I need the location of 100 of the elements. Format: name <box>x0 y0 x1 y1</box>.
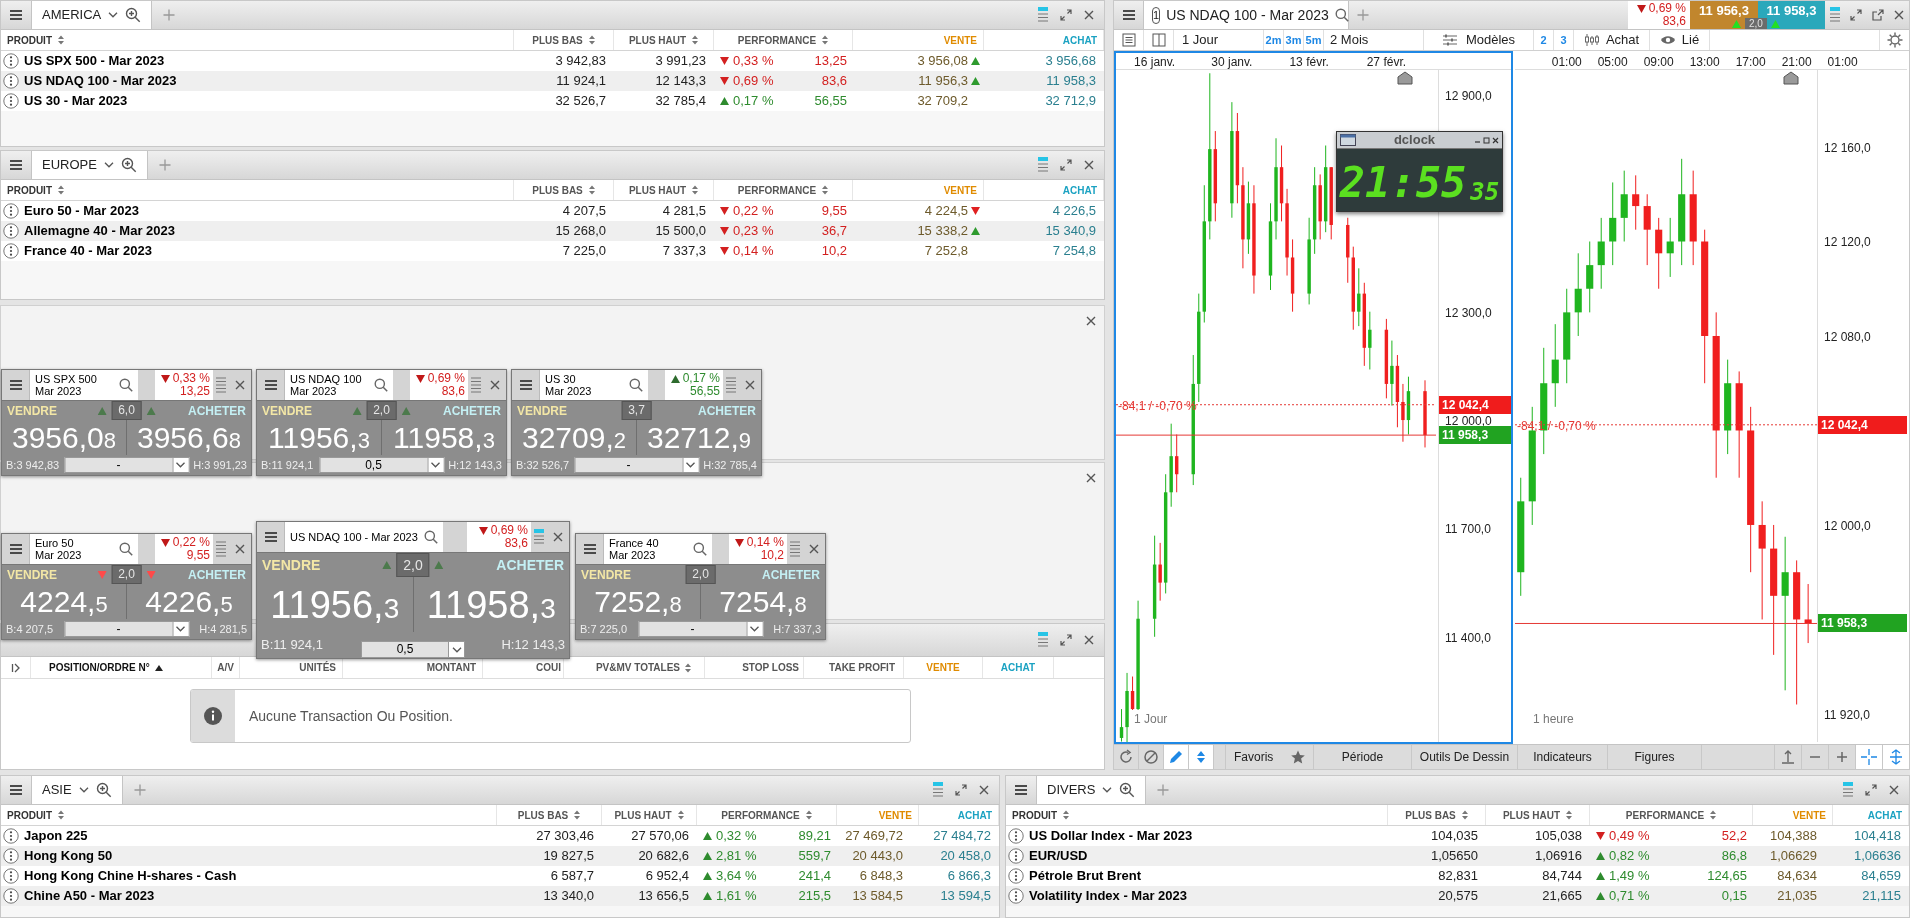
more-options-icon[interactable] <box>3 243 19 259</box>
period-selector[interactable]: 1 Jour <box>1174 30 1264 50</box>
period-shortcut[interactable]: 3m <box>1284 30 1304 50</box>
close-icon[interactable] <box>1084 10 1094 20</box>
close-icon[interactable] <box>1084 635 1094 645</box>
settings-icon[interactable] <box>1886 32 1903 48</box>
menu-icon[interactable] <box>9 784 23 796</box>
menu-icon[interactable] <box>582 543 597 555</box>
search-icon[interactable] <box>424 530 438 544</box>
expand-icon[interactable] <box>1865 784 1877 796</box>
close-icon[interactable] <box>1084 160 1094 170</box>
favorites-button[interactable]: Favoris <box>1226 745 1314 769</box>
zoom-in-icon[interactable] <box>120 157 137 173</box>
column-header[interactable]: PLUS HAUT <box>614 30 714 50</box>
menu-icon[interactable] <box>518 379 533 391</box>
search-icon[interactable] <box>629 378 643 392</box>
menu-icon[interactable] <box>8 379 23 391</box>
column-header[interactable]: COUI <box>483 657 564 678</box>
column-settings-icon[interactable] <box>1843 782 1853 798</box>
close-icon[interactable] <box>1889 785 1899 795</box>
column-header[interactable]: PRODUIT <box>1006 805 1388 825</box>
chevron-down-icon[interactable] <box>1102 787 1113 793</box>
column-header[interactable]: PERFORMANCE <box>697 805 837 825</box>
search-icon[interactable] <box>374 378 388 392</box>
quantity-dropdown[interactable]: 0,5 <box>361 641 465 658</box>
column-header[interactable]: MONTANT <box>343 657 483 678</box>
menu-icon[interactable] <box>1014 784 1028 796</box>
menu-icon[interactable] <box>9 159 23 171</box>
menu-icon[interactable] <box>263 531 278 543</box>
chevron-down-icon[interactable] <box>78 787 89 793</box>
column-settings-icon[interactable] <box>933 782 943 798</box>
close-icon[interactable] <box>553 532 563 542</box>
column-settings-icon[interactable] <box>1038 7 1048 23</box>
column-settings-icon[interactable] <box>471 377 481 393</box>
more-options-icon[interactable] <box>3 53 19 69</box>
expand-icon[interactable] <box>1060 634 1072 646</box>
more-options-icon[interactable] <box>1008 888 1024 904</box>
toolbar-section-button[interactable]: Figures <box>1608 745 1702 769</box>
column-header[interactable]: PLUS BAS <box>1388 805 1486 825</box>
toolbar-section-button[interactable]: Période <box>1314 745 1412 769</box>
more-options-icon[interactable] <box>3 93 19 109</box>
zoom-in-icon[interactable] <box>125 7 142 23</box>
column-header[interactable]: PRODUIT <box>1 30 514 50</box>
quantity-dropdown[interactable]: 0,5 <box>319 457 444 473</box>
toolbar-section-button[interactable]: Outils De Dessin <box>1412 745 1518 769</box>
chart-type-button[interactable]: Achat <box>1574 30 1650 50</box>
column-header[interactable]: PLUS BAS <box>514 180 614 200</box>
search-icon[interactable] <box>693 542 707 556</box>
close-icon[interactable] <box>809 544 819 554</box>
column-header[interactable]: A/V <box>212 657 240 678</box>
expand-icon[interactable] <box>955 784 967 796</box>
close-icon[interactable] <box>1086 316 1096 326</box>
more-options-icon[interactable] <box>3 848 19 864</box>
column-header[interactable]: PRODUIT <box>1 805 497 825</box>
scroll-handle-icon[interactable] <box>1783 71 1799 85</box>
more-options-icon[interactable] <box>3 73 19 89</box>
column-settings-icon[interactable] <box>1830 7 1840 23</box>
column-header[interactable]: TAKE PROFIT <box>804 657 904 678</box>
up-down-arrows-icon[interactable] <box>1195 750 1207 764</box>
watchlist-tab[interactable]: ASIE <box>31 776 123 804</box>
split-view-icon[interactable] <box>1151 33 1166 47</box>
more-options-icon[interactable] <box>3 888 19 904</box>
cancel-icon[interactable] <box>1143 749 1159 765</box>
period-shortcut[interactable]: 5m <box>1304 30 1324 50</box>
expand-icon[interactable] <box>1060 9 1072 21</box>
zoom-in-icon[interactable] <box>1836 751 1848 763</box>
close-icon[interactable] <box>1894 10 1904 20</box>
more-options-icon[interactable] <box>1008 868 1024 884</box>
quantity-dropdown[interactable]: - <box>64 621 189 637</box>
close-icon[interactable] <box>235 380 245 390</box>
column-header[interactable]: STOP LOSS <box>733 657 804 678</box>
close-icon[interactable] <box>235 544 245 554</box>
scroll-handle-icon[interactable] <box>1397 71 1413 85</box>
more-options-icon[interactable] <box>1008 828 1024 844</box>
menu-icon[interactable] <box>1121 9 1136 21</box>
column-settings-icon[interactable] <box>1038 632 1048 648</box>
column-settings-icon[interactable] <box>534 529 544 545</box>
quantity-dropdown[interactable]: - <box>638 621 763 637</box>
search-icon[interactable] <box>119 542 133 556</box>
column-header[interactable]: PLUS BAS <box>497 805 602 825</box>
layout-button[interactable]: 2 <box>1534 30 1554 50</box>
chevron-down-icon[interactable] <box>103 162 114 168</box>
watchlist-tab[interactable]: EUROPE <box>31 151 148 179</box>
toolbar-section-button[interactable]: Indicateurs <box>1518 745 1608 769</box>
column-settings-icon[interactable] <box>726 377 736 393</box>
range-selector[interactable]: 2 Mois <box>1324 30 1424 50</box>
column-settings-icon[interactable] <box>790 541 800 557</box>
close-icon[interactable] <box>979 785 989 795</box>
chevron-down-icon[interactable] <box>108 12 119 18</box>
vertical-arrows-icon[interactable] <box>1890 749 1902 765</box>
column-toggle-icon[interactable] <box>10 662 21 673</box>
menu-icon[interactable] <box>9 9 23 21</box>
zoom-in-icon[interactable] <box>1119 782 1136 798</box>
period-shortcut[interactable]: 2m <box>1264 30 1284 50</box>
close-icon[interactable] <box>745 380 755 390</box>
refresh-icon[interactable] <box>1118 749 1134 765</box>
link-button[interactable]: Lié <box>1650 30 1710 50</box>
close-icon[interactable] <box>1086 473 1096 483</box>
column-header[interactable]: PRODUIT <box>1 180 514 200</box>
more-options-icon[interactable] <box>3 203 19 219</box>
